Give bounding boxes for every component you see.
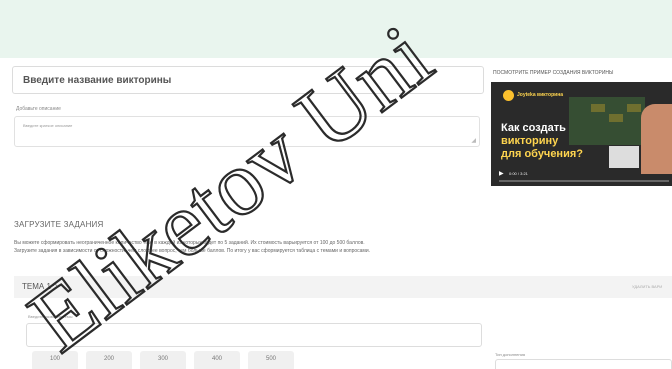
theme-name-input[interactable] bbox=[26, 323, 482, 347]
points-row: 100 200 300 400 500 bbox=[32, 351, 294, 369]
presenter-image bbox=[641, 104, 672, 174]
description-placeholder: Введите краткое описание bbox=[23, 123, 73, 128]
theme-header-bar bbox=[14, 276, 672, 298]
example-video-player[interactable]: Joyteka викторина Как создать викторину … bbox=[491, 82, 672, 186]
video-progress-bar[interactable] bbox=[499, 180, 669, 182]
video-grid-cell bbox=[627, 104, 641, 112]
video-time: 0:00 / 3:21 bbox=[509, 171, 528, 176]
description-label: Добавьте описание bbox=[16, 106, 61, 112]
delete-option-link[interactable]: УДАЛИТЬ ВАРИ bbox=[632, 284, 662, 289]
extra-type-select[interactable] bbox=[495, 359, 672, 369]
upload-description: Вы можете сформировать неограниченное ко… bbox=[14, 240, 371, 254]
video-brand: Joyteka викторина bbox=[517, 92, 564, 98]
resize-handle-icon[interactable]: ◢ bbox=[471, 137, 476, 144]
points-400-button[interactable]: 400 bbox=[194, 351, 240, 369]
video-grid-cell bbox=[609, 114, 623, 122]
video-title-line-1: Как создать bbox=[501, 122, 566, 134]
video-screen-thumbnail bbox=[609, 146, 639, 168]
points-300-button[interactable]: 300 bbox=[140, 351, 186, 369]
top-header-bar bbox=[0, 0, 672, 58]
extra-type-label: Тип дополнения bbox=[495, 352, 526, 357]
description-textarea[interactable]: Введите краткое описание ◢ bbox=[14, 116, 480, 147]
play-icon[interactable]: ▶ bbox=[499, 170, 504, 177]
video-grid-cell bbox=[591, 104, 605, 112]
upload-heading: ЗАГРУЗИТЕ ЗАДАНИЯ bbox=[14, 220, 104, 229]
points-500-button[interactable]: 500 bbox=[248, 351, 294, 369]
theme-title-toggle[interactable]: ТЕМА 1 ^ bbox=[22, 282, 57, 291]
points-200-button[interactable]: 200 bbox=[86, 351, 132, 369]
video-title-line-3: для обучения? bbox=[501, 148, 583, 160]
quiz-title-input[interactable]: Введите название викторины bbox=[12, 66, 484, 94]
theme-name-label: Введите название темы bbox=[28, 314, 73, 319]
joyteka-logo-icon bbox=[503, 90, 514, 101]
points-100-button[interactable]: 100 bbox=[32, 351, 78, 369]
video-title-line-2: викторину bbox=[501, 135, 559, 147]
video-heading: ПОСМОТРИТЕ ПРИМЕР СОЗДАНИЯ ВИКТОРИНЫ bbox=[493, 70, 614, 76]
